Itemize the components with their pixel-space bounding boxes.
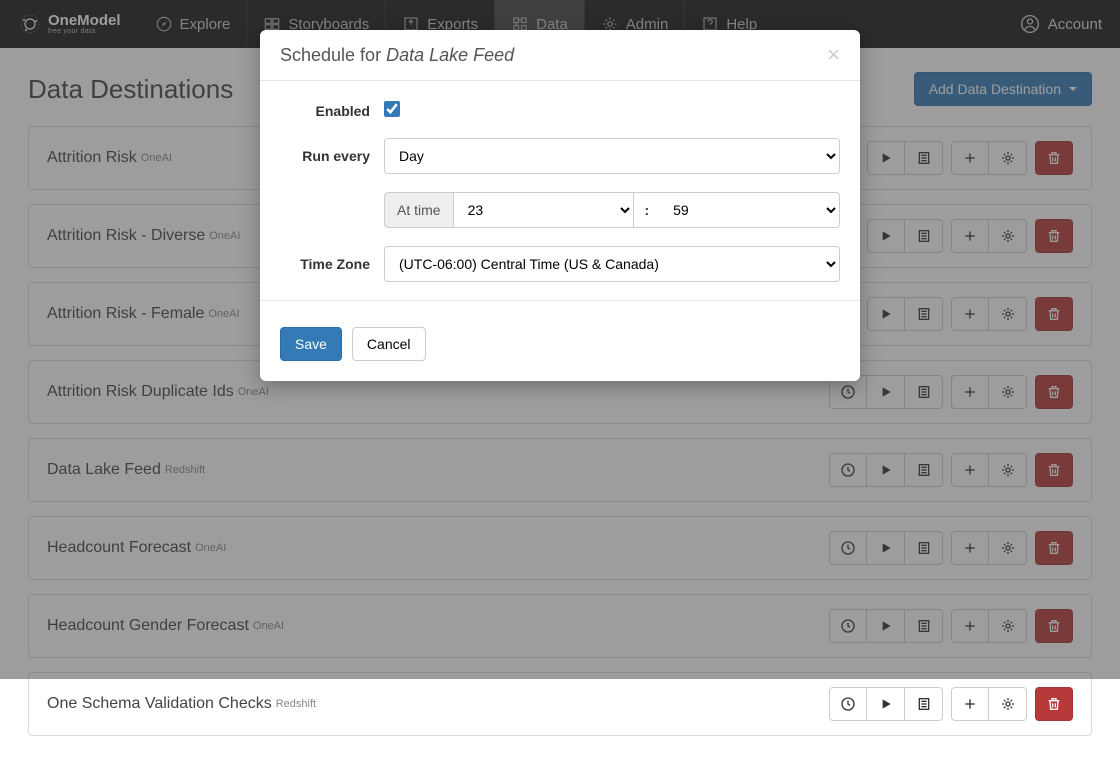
minute-select[interactable]: 59	[659, 192, 840, 228]
time-colon: :	[634, 192, 659, 228]
destination-row: One Schema Validation Checks Redshift	[28, 672, 1092, 736]
modal-overlay[interactable]: Schedule for Data Lake Feed × Enabled Ru…	[0, 0, 1120, 679]
enabled-checkbox[interactable]	[384, 101, 400, 117]
cancel-button[interactable]: Cancel	[352, 327, 426, 361]
timezone-select[interactable]: (UTC-06:00) Central Time (US & Canada)	[384, 246, 840, 282]
hour-select[interactable]: 23	[454, 192, 635, 228]
add-button[interactable]	[951, 687, 989, 721]
modal-title-prefix: Schedule for	[280, 45, 386, 65]
destination-name: One Schema Validation Checks	[47, 695, 272, 713]
save-button[interactable]: Save	[280, 327, 342, 361]
modal-title: Schedule for Data Lake Feed	[280, 45, 514, 66]
run-every-label: Run every	[280, 148, 370, 164]
log-button[interactable]	[905, 687, 943, 721]
run-every-select[interactable]: Day	[384, 138, 840, 174]
close-button[interactable]: ×	[827, 44, 840, 66]
timezone-label: Time Zone	[280, 256, 370, 272]
enabled-label: Enabled	[280, 103, 370, 119]
delete-button[interactable]	[1035, 687, 1073, 721]
modal-title-subject: Data Lake Feed	[386, 45, 514, 65]
run-button[interactable]	[867, 687, 905, 721]
schedule-modal: Schedule for Data Lake Feed × Enabled Ru…	[260, 30, 860, 381]
at-time-label: At time	[384, 192, 454, 228]
destination-type: Redshift	[276, 698, 316, 710]
settings-button[interactable]	[989, 687, 1027, 721]
schedule-button[interactable]	[829, 687, 867, 721]
